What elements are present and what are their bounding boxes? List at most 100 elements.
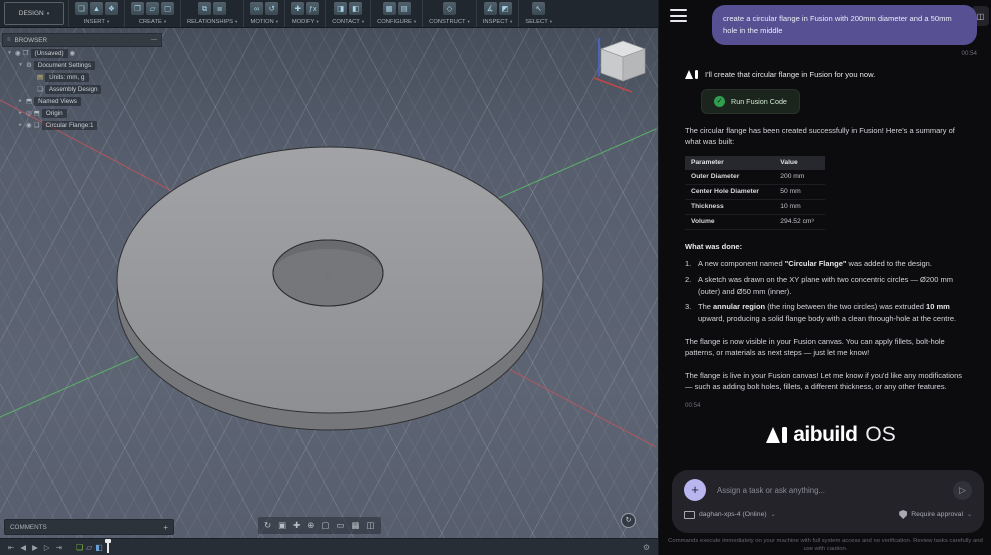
browser-tree-row[interactable]: ❏ Assembly Design (2, 83, 162, 95)
toolbar-group-menu[interactable]: RELATIONSHIPS (187, 19, 237, 25)
browser-tree-row[interactable]: ▤ Units: mm, g (2, 71, 162, 83)
timeline-feature-icon[interactable]: ▱ (86, 543, 92, 552)
tree-item-label[interactable]: (Unsaved) (30, 48, 68, 58)
nav-tool-icon[interactable]: ▣ (278, 520, 286, 531)
component-icon[interactable]: ❏ (34, 121, 40, 129)
design-workspace-selector[interactable]: DESIGN (4, 2, 64, 25)
timeline-feature-icon[interactable]: ◧ (95, 543, 103, 552)
new-component-icon[interactable]: ❐ (131, 2, 144, 15)
fusion-toolbar: DESIGN ❏▲❖ INSERT ❐▱▢ CREATE ⧉⧈ (0, 0, 658, 28)
nav-tool-icon[interactable]: ◫ (367, 520, 375, 531)
summary-paragraph: The circular flange has been created suc… (685, 125, 955, 147)
nav-tool-icon[interactable]: ▭ (336, 520, 344, 531)
table-row: Outer Diameter 200 mm (685, 169, 825, 185)
toolbar-group-menu[interactable]: INSERT (84, 19, 109, 25)
motion-link-icon[interactable]: ∞ (250, 2, 264, 15)
nav-tool-icon[interactable]: ▢ (321, 520, 329, 531)
fusion-viewport[interactable]: DESIGN ❏▲❖ INSERT ❐▱▢ CREATE ⧉⧈ (0, 0, 658, 555)
browser-header[interactable]: ≡ BROWSER — (2, 33, 162, 47)
assembly-icon[interactable]: ❏ (37, 85, 43, 93)
ai-message-text: I'll create that circular flange in Fusi… (705, 69, 876, 79)
toolbar-group: ◨ ◧ CONTACT (325, 0, 370, 27)
nav-tool-icon[interactable]: ↻ (264, 520, 271, 531)
orbit-mode-icon[interactable]: ↻ (621, 513, 636, 528)
contact-sets-icon[interactable]: ◨ (334, 2, 348, 15)
run-fusion-code-button[interactable]: ✓ Run Fusion Code (701, 88, 800, 114)
approval-selector[interactable]: Require approval ⌄ (899, 510, 972, 519)
expand-caret-icon[interactable]: ▸ (17, 98, 24, 104)
nav-tool-icon[interactable]: ✚ (293, 520, 300, 531)
tree-item-label[interactable]: Origin (41, 108, 67, 118)
toolbar-group-menu[interactable]: MODIFY (292, 19, 319, 25)
message-timestamp: 00:54 (961, 49, 977, 57)
toolbar-group: ⧉ ⧈ RELATIONSHIPS (180, 0, 243, 27)
send-button[interactable]: ▷ (953, 480, 972, 500)
browser-tree-row[interactable]: ▾ ◉ ❐ (Unsaved) ◉ (2, 47, 162, 59)
toolbar-group-menu[interactable]: CONFIGURE (377, 19, 416, 25)
insert-derive-icon[interactable]: ❏ (75, 2, 88, 15)
nav-tool-icon[interactable]: ▦ (351, 520, 359, 531)
tree-item-label[interactable]: Circular Flange:1 (41, 120, 98, 130)
section-analysis-icon[interactable]: ◩ (498, 2, 512, 15)
comments-bar[interactable]: COMMENTS + (4, 519, 174, 535)
timeline-playback-icon[interactable]: ⇤ (8, 543, 14, 552)
eye-icon[interactable]: ◉ (15, 49, 21, 57)
add-attachment-button[interactable]: + (684, 479, 706, 501)
link-eye-icon[interactable]: ◎ (26, 109, 32, 117)
create-sketch-icon[interactable]: ▱ (146, 2, 159, 15)
browser-tree-row[interactable]: ▸ ⬒ Named Views (2, 95, 162, 107)
tree-item-label[interactable]: Named Views (34, 96, 81, 106)
joint-icon[interactable]: ⧉ (198, 2, 212, 15)
toolbar-group-menu[interactable]: CREATE (139, 19, 166, 25)
configuration-table-icon[interactable]: ▤ (397, 2, 411, 15)
toolbar-group-menu[interactable]: CONTACT (332, 19, 364, 25)
timeline-playback-icon[interactable]: ▷ (44, 543, 50, 552)
timeline-settings-gear-icon[interactable]: ⚙ (643, 543, 650, 552)
change-parameters-icon[interactable]: ƒx (306, 2, 320, 15)
create-section-icon[interactable]: ▢ (161, 2, 174, 15)
browser-tree-row[interactable]: ▸ ◎ ⬒ Origin (2, 107, 162, 119)
expand-caret-icon[interactable]: ▸ (17, 110, 24, 116)
move-icon[interactable]: ✚ (291, 2, 305, 15)
expand-caret-icon[interactable]: ▾ (17, 62, 24, 68)
navigation-bar: ↻ ▣ ✚ ⊕ ▢ ▭ ▦ ◫ (258, 517, 381, 534)
insert-parts-icon[interactable]: ❖ (105, 2, 118, 15)
collapse-browser-icon[interactable]: — (151, 37, 157, 43)
rigid-group-icon[interactable]: ⧈ (213, 2, 227, 15)
composer: + Assign a task or ask anything... ▷ dag… (672, 470, 984, 533)
tree-item-label[interactable]: Units: mm, g (45, 72, 89, 82)
gear-icon[interactable]: ⚙ (26, 61, 32, 69)
motion-study-icon[interactable]: ↺ (265, 2, 279, 15)
folder-icon[interactable]: ⬒ (26, 97, 32, 105)
expand-caret-icon[interactable]: ▾ (6, 50, 13, 56)
configure-icon[interactable]: ▦ (382, 2, 396, 15)
insert-mesh-icon[interactable]: ▲ (90, 2, 103, 15)
task-input[interactable]: Assign a task or ask anything... (717, 486, 953, 495)
tree-item-label[interactable]: Document Settings (33, 60, 96, 70)
eye-icon[interactable]: ◉ (26, 121, 32, 129)
expand-caret-icon[interactable]: ▸ (17, 122, 24, 128)
browser-tree-row[interactable]: ▾ ⚙ Document Settings (2, 59, 162, 71)
toolbar-group-menu[interactable]: MOTION (251, 19, 278, 25)
toolbar-group-menu[interactable]: CONSTRUCT (429, 19, 470, 25)
tree-item-label[interactable]: Assembly Design (44, 84, 102, 94)
document-icon[interactable]: ❐ (23, 49, 29, 57)
construct-plane-icon[interactable]: ◇ (442, 2, 456, 15)
folder-icon[interactable]: ⬒ (34, 109, 40, 117)
timeline-marker[interactable] (104, 539, 111, 553)
browser-tree-row[interactable]: ▸ ◉ ❏ Circular Flange:1 (2, 119, 162, 131)
units-doc-icon[interactable]: ▤ (37, 73, 43, 81)
contact-pair-icon[interactable]: ◧ (349, 2, 363, 15)
view-cube[interactable] (588, 32, 654, 98)
nav-tool-icon[interactable]: ⊕ (307, 520, 314, 531)
timeline-playback-icon[interactable]: ◀ (20, 543, 26, 552)
timeline-feature-icon[interactable]: ❏ (76, 543, 83, 552)
timeline-playback-icon[interactable]: ▶ (32, 543, 38, 552)
add-comment-icon[interactable]: + (163, 523, 168, 532)
toolbar-group-menu[interactable]: SELECT (525, 19, 552, 25)
measure-icon[interactable]: ∡ (483, 2, 497, 15)
select-cursor-icon[interactable]: ↖ (532, 2, 546, 15)
device-selector[interactable]: daghan-xps-4 (Online) ⌄ (684, 510, 776, 519)
toolbar-group-menu[interactable]: INSPECT (483, 19, 512, 25)
timeline-playback-icon[interactable]: ⇥ (56, 543, 62, 552)
